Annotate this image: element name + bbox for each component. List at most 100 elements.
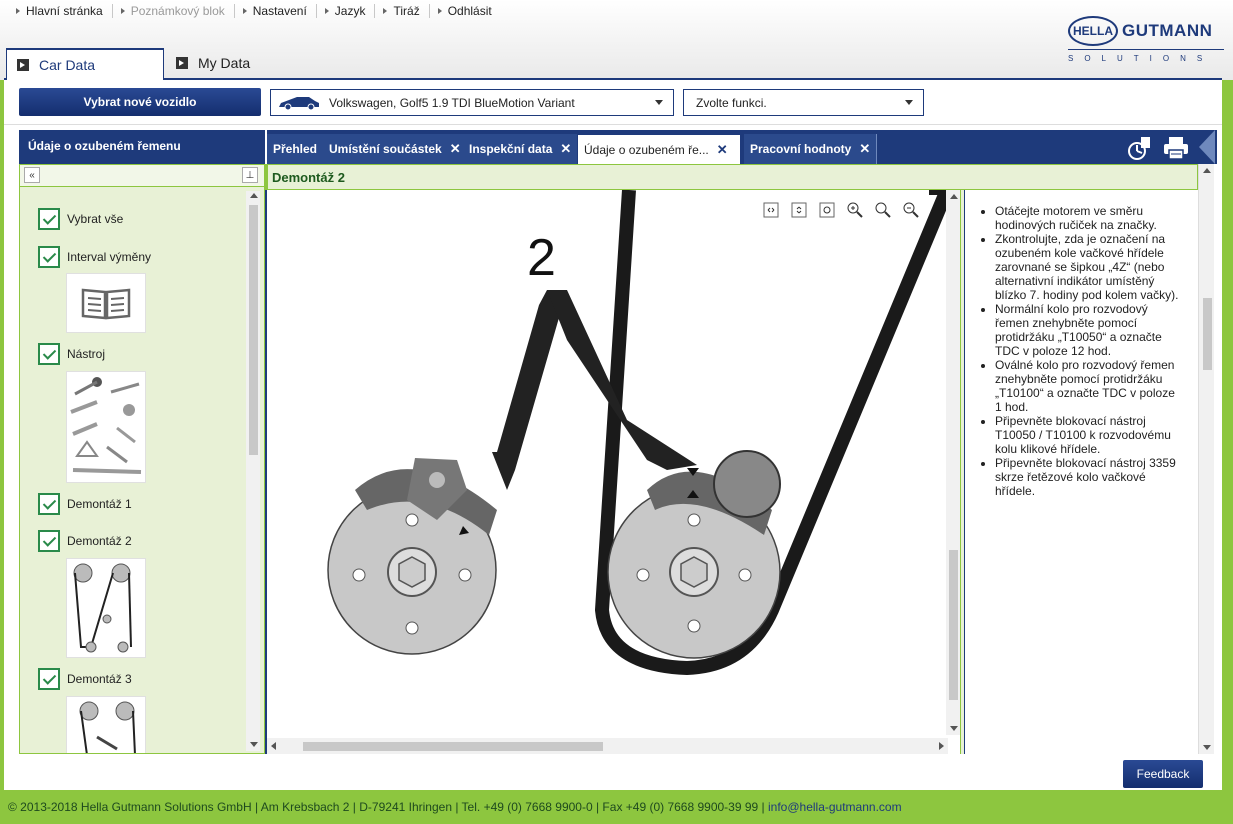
scroll-up-icon[interactable]	[950, 194, 958, 199]
zoom-out-icon[interactable]	[897, 200, 925, 220]
open-book-icon	[81, 288, 131, 320]
print-icon[interactable]	[1163, 135, 1189, 161]
instruction-item: Zkontrolujte, zda je označení na ozubené…	[995, 232, 1179, 302]
nav-home[interactable]: Hlavní stránka	[8, 4, 112, 18]
tree-item-select-all[interactable]: Vybrat vše	[38, 208, 123, 230]
checkbox-checked-icon[interactable]	[38, 493, 60, 515]
tab-work-values[interactable]: Pracovní hodnoty ✕	[744, 134, 878, 164]
scroll-up-icon[interactable]	[250, 193, 258, 198]
scroll-right-icon[interactable]	[939, 742, 944, 750]
arrow-right-icon	[176, 57, 188, 69]
scroll-left-icon[interactable]	[271, 742, 276, 750]
figure-vertical-scrollbar[interactable]	[946, 190, 960, 735]
nav-language[interactable]: Jazyk	[315, 4, 375, 18]
nav-settings[interactable]: Nastavení	[233, 4, 316, 18]
chevron-down-icon	[905, 100, 913, 105]
checkbox-checked-icon[interactable]	[38, 668, 60, 690]
vehicle-dropdown[interactable]: Volkswagen, Golf5 1.9 TDI BlueMotion Var…	[270, 89, 674, 116]
tree-item-interval[interactable]: Interval výměny	[38, 246, 151, 268]
hella-gutmann-logo: HELLA GUTMANN SOLUTIONS	[1068, 14, 1226, 68]
triangle-right-icon	[16, 8, 20, 14]
zoom-in-icon[interactable]	[841, 200, 869, 220]
tree-item-removal-3[interactable]: Demontáž 3	[38, 668, 132, 690]
instructions-panel: Otáčejte motorem ve směru hodinových ruč…	[964, 190, 1196, 754]
section-title: Demontáž 2	[272, 170, 345, 185]
close-icon[interactable]: ✕	[859, 141, 870, 157]
tree-item-removal-2[interactable]: Demontáž 2	[38, 530, 132, 552]
left-tree: Vybrat vše Interval výměny Nástroj Demon…	[20, 188, 244, 753]
left-panel: « ⊥ Vybrat vše Interval výměny Nástroj D…	[19, 164, 265, 754]
instruction-item: Připevněte blokovací nástroj T10050 / T1…	[995, 414, 1179, 456]
fit-page-icon[interactable]	[813, 200, 841, 220]
close-icon[interactable]: ✕	[450, 141, 461, 157]
document-tabs: Přehled Umístění součástek ✕ Inspekční da…	[267, 130, 1217, 164]
tab-component-location[interactable]: Umístění součástek ✕	[323, 134, 468, 164]
tab-timing-belt-data[interactable]: Údaje o ozubeném ře... ✕	[577, 134, 741, 164]
instruction-item: Oválné kolo pro rozvodový řemen znehybně…	[995, 358, 1179, 414]
checkbox-checked-icon[interactable]	[38, 208, 60, 230]
left-panel-title: Údaje o ozubeném řemenu	[19, 130, 265, 164]
triangle-right-icon	[437, 8, 442, 14]
scroll-down-icon[interactable]	[950, 726, 958, 731]
instruction-item: Připevněte blokovací nástroj 3359 skrze …	[995, 456, 1179, 498]
section-header: Demontáž 2	[267, 164, 1198, 190]
function-placeholder: Zvolte funkci.	[696, 95, 767, 110]
arrow-right-icon	[17, 59, 29, 71]
thumbnail-removal-3[interactable]	[66, 696, 146, 753]
nav-logout[interactable]: Odhlásit	[428, 4, 501, 18]
function-dropdown[interactable]: Zvolte funkci.	[683, 89, 924, 116]
tab-my-data[interactable]: My Data	[176, 48, 250, 78]
document-settings-icon[interactable]	[1127, 135, 1153, 161]
fit-width-icon[interactable]	[757, 200, 785, 220]
checkbox-checked-icon[interactable]	[38, 343, 60, 365]
figure-callout-number: 2	[527, 229, 556, 287]
tree-item-removal-1[interactable]: Demontáž 1	[38, 493, 132, 515]
triangle-right-icon	[383, 8, 388, 14]
fit-height-icon[interactable]	[785, 200, 813, 220]
tab-inspection-data[interactable]: Inspekční data ✕	[463, 134, 579, 164]
scroll-down-icon[interactable]	[250, 742, 258, 747]
collapse-right-icon[interactable]	[1199, 130, 1215, 164]
collapse-left-icon[interactable]: «	[24, 167, 40, 183]
nav-links: Hlavní stránka Poznámkový blok Nastavení…	[8, 4, 501, 18]
select-vehicle-button[interactable]: Vybrat nové vozidlo	[19, 88, 261, 116]
footer-email-link[interactable]: info@hella-gutmann.com	[768, 800, 902, 814]
zoom-reset-icon[interactable]	[869, 200, 897, 220]
thumbnail-tools[interactable]	[66, 371, 146, 483]
footer: © 2013-2018 Hella Gutmann Solutions GmbH…	[8, 800, 902, 814]
footer-text: © 2013-2018 Hella Gutmann Solutions GmbH…	[8, 800, 768, 814]
timing-belt-thumbnail-image	[73, 563, 132, 653]
thumbnail-removal-2[interactable]	[66, 558, 146, 658]
triangle-right-icon	[242, 8, 247, 14]
close-icon[interactable]: ✕	[717, 142, 728, 158]
camshaft-sprocket-left	[327, 458, 497, 655]
timing-belt-thumbnail-image	[79, 701, 136, 753]
checkbox-checked-icon[interactable]	[38, 530, 60, 552]
zoom-toolbar	[757, 200, 925, 220]
scroll-up-icon[interactable]	[1203, 168, 1211, 173]
instructions-list: Otáčejte motorem ve směru hodinových ruč…	[979, 204, 1179, 498]
tools-thumbnail-image	[70, 377, 142, 474]
feedback-button[interactable]: Feedback	[1123, 760, 1203, 788]
tree-item-tool[interactable]: Nástroj	[38, 343, 105, 365]
close-icon[interactable]: ✕	[560, 141, 571, 157]
nav-notepad: Poznámkový blok	[111, 4, 234, 18]
left-panel-scrollbar[interactable]	[246, 191, 260, 751]
scroll-down-icon[interactable]	[1203, 745, 1211, 750]
checkbox-checked-icon[interactable]	[38, 246, 60, 268]
instruction-item: Otáčejte motorem ve směru hodinových ruč…	[995, 204, 1179, 232]
car-icon	[279, 97, 319, 111]
camshaft-sprocket-right	[607, 450, 781, 659]
triangle-right-icon	[120, 8, 125, 14]
thumbnail-interval[interactable]	[66, 273, 146, 333]
content-vertical-scrollbar[interactable]	[1198, 164, 1214, 754]
hella-oval: HELLA	[1068, 16, 1118, 46]
pin-icon[interactable]: ⊥	[242, 167, 258, 183]
logo-solutions-text: SOLUTIONS	[1068, 54, 1214, 63]
timing-belt-figure: 2	[327, 190, 947, 676]
tab-car-data[interactable]: Car Data	[6, 48, 164, 80]
nav-imprint[interactable]: Tiráž	[374, 4, 428, 18]
tab-overview[interactable]: Přehled	[267, 134, 325, 164]
triangle-right-icon	[324, 8, 329, 14]
figure-horizontal-scrollbar[interactable]	[267, 738, 948, 754]
